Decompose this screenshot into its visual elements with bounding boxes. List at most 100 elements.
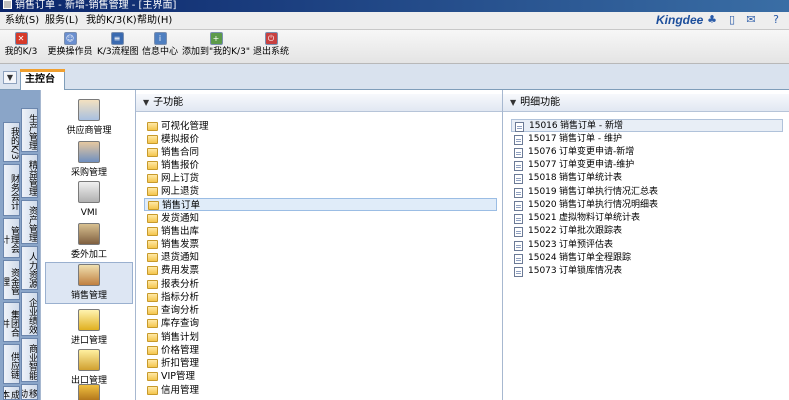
subfunction-item[interactable]: 库存查询 [147,317,497,330]
vnav-my-k3[interactable]: 我的K/3 [3,122,20,162]
vnav-production[interactable]: 生产管理 [21,108,38,152]
module-export[interactable]: 出口管理 [45,348,133,388]
module-outsourcing[interactable]: 委外加工 [45,222,133,262]
subfunction-item[interactable]: 销售出库 [147,225,497,238]
vnav-management-accounting[interactable]: 管理会计 [3,218,20,258]
document-icon [514,188,523,198]
subfunction-item[interactable]: VIP管理 [147,370,497,383]
subfunction-item[interactable]: 查询分析 [147,304,497,317]
tab-main-console[interactable]: 主控台 [20,69,65,90]
subfunction-item[interactable]: 销售合同 [147,146,497,159]
info-center-button[interactable]: i 信息中心 [141,32,179,62]
document-icon [514,227,523,237]
toolbar: ✕ 我的K/3 ☺ 更换操作员 ≡ K/3流程图 i 信息中心 + 添加到"我的… [0,30,789,64]
vertical-nav: 我的K/3 财务会计 管理会计 资金管理 集团合并 供应链 成本 生产管理 精益… [0,90,40,400]
subfunction-item[interactable]: 网上订货 [147,172,497,185]
subfunction-item[interactable]: 销售报价 [147,159,497,172]
subfunction-item-selected[interactable]: 销售订单 [144,198,497,211]
subfunction-item[interactable]: 销售计划 [147,331,497,344]
subfunction-item[interactable]: 退货通知 [147,251,497,264]
menu-help[interactable]: 帮助(H) [137,14,172,27]
folder-icon [147,240,158,249]
subfunction-header[interactable]: ▼ 子功能 [136,94,502,112]
collapse-triangle-icon: ▼ [510,98,517,107]
menu-service[interactable]: 服务(L) [45,14,78,27]
flowchart-button[interactable]: ≡ K/3流程图 [97,32,139,62]
module-sales[interactable]: 销售管理 [45,262,133,304]
vnav-performance[interactable]: 企业绩效 [21,292,38,336]
vnav-financial-accounting[interactable]: 财务会计 [3,164,20,216]
folder-icon [147,306,158,315]
my-k3-button[interactable]: ✕ 我的K/3 [2,32,40,62]
vnav-lean[interactable]: 精益管理 [21,154,38,198]
subfunction-item[interactable]: 可视化管理 [147,120,497,133]
subfunction-item[interactable]: 网上退货 [147,185,497,198]
add-to-my-k3-button[interactable]: + 添加到"我的K/3" [182,32,250,62]
module-supplier[interactable]: 供应商管理 [45,98,133,138]
folder-icon [147,161,158,170]
flowchart-icon: ≡ [110,32,124,45]
detail-header[interactable]: ▼ 明细功能 [503,94,789,112]
menu-system[interactable]: 系统(S) [5,14,39,27]
vnav-bi[interactable]: 商业智能 [21,338,38,382]
vnav-mobile[interactable]: 移动 [21,384,38,400]
detail-item[interactable]: 15024 销售订单全程跟踪 [511,252,783,265]
detail-item[interactable]: 15020 销售订单执行情况明细表 [511,199,783,212]
subfunction-item[interactable]: 折扣管理 [147,357,497,370]
document-icon [514,241,523,251]
chat-icon[interactable]: ✉ [745,14,757,26]
module-more[interactable] [45,384,133,400]
house-icon [78,384,100,400]
purchase-icon [78,141,100,163]
subfunction-item[interactable]: 价格管理 [147,344,497,357]
detail-item[interactable]: 15022 订单批次跟踪表 [511,225,783,238]
folder-icon [147,148,158,157]
vnav-group-consolidation[interactable]: 集团合并 [3,302,20,342]
subfunction-item[interactable]: 指标分析 [147,291,497,304]
change-operator-button[interactable]: ☺ 更换操作员 [46,32,94,62]
module-import[interactable]: 进口管理 [45,308,133,348]
document-icon [514,148,523,158]
folder-icon [147,135,158,144]
subfunction-item[interactable]: 发货通知 [147,212,497,225]
subfunction-item[interactable]: 费用发票 [147,264,497,277]
module-vmi[interactable]: VMI [45,180,133,220]
detail-item[interactable]: 15077 订单变更申请-维护 [511,159,783,172]
vmi-icon [78,181,100,203]
detail-item-selected[interactable]: 15016 销售订单 - 新增 [511,119,783,132]
document-icon [515,122,524,132]
chevron-down-icon[interactable]: ▼ [3,71,17,84]
help-icon[interactable]: ? [770,14,782,26]
subfunction-item[interactable]: 模拟报价 [147,133,497,146]
folder-icon [147,122,158,131]
app-icon [3,0,12,9]
subfunction-item[interactable]: 销售发票 [147,238,497,251]
vnav-asset[interactable]: 资产管理 [21,200,38,244]
subfunction-item[interactable]: 信用管理 [147,384,497,397]
vnav-cost[interactable]: 成本 [3,386,20,400]
detail-item[interactable]: 15017 销售订单 - 维护 [511,133,783,146]
vnav-supply-chain[interactable]: 供应链 [3,344,20,384]
subfunction-item[interactable]: 报表分析 [147,278,497,291]
detail-item[interactable]: 15018 销售订单统计表 [511,172,783,185]
title-bar: 销售订单 - 新增-销售管理 - [主界面] [0,0,789,12]
vnav-hr[interactable]: 人力资源 [21,246,38,290]
folder-icon [147,372,158,381]
document-icon [514,174,523,184]
detail-item[interactable]: 15019 销售订单执行情况汇总表 [511,186,783,199]
folder-icon [147,266,158,275]
menu-my-k3[interactable]: 我的K/3(K) [86,14,137,27]
document-icon [514,267,523,277]
module-purchase[interactable]: 采购管理 [45,140,133,180]
menu-bar: 系统(S) 服务(L) 我的K/3(K) 帮助(H) Kingdee ♣ ▯ ✉… [0,12,789,30]
detail-item[interactable]: 15021 虚拟物料订单统计表 [511,212,783,225]
detail-item[interactable]: 15073 订单锁库情况表 [511,265,783,278]
phone-icon[interactable]: ▯ [726,14,738,26]
folder-icon [147,386,158,395]
detail-panel: ▼ 明细功能 15016 销售订单 - 新增 15017 销售订单 - 维护 1507… [503,90,789,400]
exit-system-button[interactable]: ⏻ 退出系统 [252,32,290,62]
detail-item[interactable]: 15023 订单预评估表 [511,239,783,252]
vnav-fund-management[interactable]: 资金管理 [3,260,20,300]
detail-item[interactable]: 15076 订单变更申请-新增 [511,146,783,159]
folder-icon [147,227,158,236]
